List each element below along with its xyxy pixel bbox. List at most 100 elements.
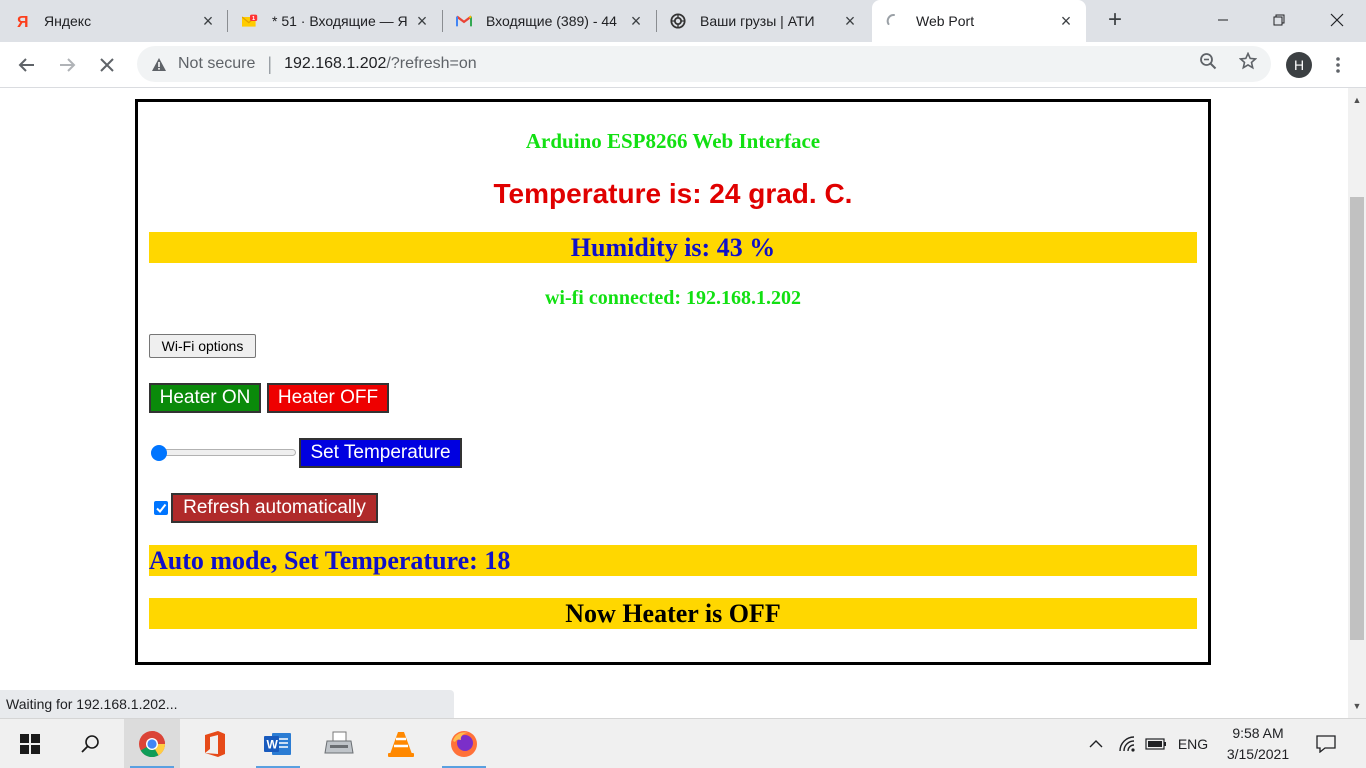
tab-separator	[227, 10, 228, 32]
warning-triangle-icon[interactable]	[150, 55, 168, 73]
search-icon	[81, 735, 99, 753]
yandex-mail-icon: 1	[242, 13, 258, 29]
svg-text:W: W	[267, 738, 279, 752]
page-scrollbar[interactable]: ▲ ▼	[1348, 88, 1366, 718]
scrollbar-thumb[interactable]	[1350, 197, 1364, 640]
show-hidden-icons-button[interactable]	[1084, 719, 1108, 768]
close-tab-icon[interactable]: ×	[200, 12, 216, 30]
set-temperature-button[interactable]: Set Temperature	[299, 438, 462, 468]
tab-title: * 51 · Входящие — Я	[272, 13, 408, 29]
heater-off-button[interactable]: Heater OFF	[267, 383, 389, 413]
forward-button[interactable]	[52, 50, 82, 80]
minimize-icon	[1218, 19, 1228, 21]
new-tab-button[interactable]: +	[1102, 8, 1128, 33]
back-arrow-icon	[18, 58, 34, 72]
tab-gmail[interactable]: Входящие (389) - 44 ×	[456, 0, 656, 42]
url-host: 192.168.1.202	[284, 55, 387, 72]
page-viewport: Arduino ESP8266 Web Interface Temperatur…	[0, 88, 1348, 718]
heater-state-status: Now Heater is OFF	[149, 598, 1197, 629]
action-center-button[interactable]	[1308, 719, 1344, 768]
network-button[interactable]	[1114, 719, 1140, 768]
gmail-icon	[456, 13, 472, 29]
forward-arrow-icon	[60, 58, 76, 72]
address-bar[interactable]: Not secure | 192.168.1.202/?refresh=on	[137, 46, 1271, 82]
yandex-icon: Я	[14, 13, 30, 29]
tab-ati[interactable]: Ваши грузы | АТИ ×	[670, 0, 870, 42]
profile-avatar[interactable]: H	[1286, 52, 1312, 78]
tab-web-port[interactable]: Web Port ×	[872, 0, 1086, 42]
close-tab-icon[interactable]: ×	[1058, 12, 1074, 30]
wifi-status: wi-fi connected: 192.168.1.202	[544, 287, 802, 309]
slider-track	[151, 449, 296, 456]
tab-title: Ваши грузы | АТИ	[700, 13, 815, 29]
security-label[interactable]: Not secure	[178, 55, 255, 73]
scroll-down-arrow-icon[interactable]: ▼	[1348, 698, 1366, 714]
ati-icon	[670, 13, 686, 29]
close-tab-icon[interactable]: ×	[842, 12, 858, 30]
taskbar-chrome[interactable]	[124, 719, 180, 768]
taskbar-vlc[interactable]	[373, 719, 429, 768]
notification-icon	[1316, 735, 1336, 753]
clock-date: 3/15/2021	[1226, 746, 1290, 762]
kebab-menu-icon	[1336, 57, 1340, 73]
slider-thumb[interactable]	[151, 445, 167, 461]
tab-yandex[interactable]: Я Яндекс ×	[14, 0, 228, 42]
office-icon	[205, 731, 225, 757]
chevron-up-icon	[1089, 740, 1103, 748]
minimize-button[interactable]	[1200, 0, 1246, 40]
system-clock[interactable]: 9:58 AM 3/15/2021	[1216, 723, 1300, 765]
windows-logo-icon	[20, 734, 40, 754]
wifi-options-button[interactable]: Wi-Fi options	[149, 334, 256, 358]
refresh-automatically-button[interactable]: Refresh automatically	[171, 493, 378, 523]
close-icon	[1330, 13, 1344, 27]
star-icon	[1239, 52, 1257, 70]
browser-tab-strip: Я Яндекс × 1 * 51 · Входящие — Я × Входя…	[0, 0, 1366, 42]
stop-loading-button[interactable]	[92, 50, 122, 80]
start-button[interactable]	[2, 719, 58, 768]
restore-icon	[1273, 14, 1285, 26]
taskbar-word[interactable]: W	[250, 719, 306, 768]
taskbar-fax-scan[interactable]	[311, 719, 367, 768]
refresh-checkbox[interactable]	[154, 501, 168, 515]
clock-time: 9:58 AM	[1232, 725, 1284, 741]
bookmark-button[interactable]	[1238, 51, 1258, 71]
close-window-button[interactable]	[1314, 0, 1360, 40]
close-tab-icon[interactable]: ×	[414, 12, 430, 30]
firefox-icon	[451, 731, 477, 757]
web-interface-panel: Arduino ESP8266 Web Interface Temperatur…	[135, 99, 1211, 665]
tab-separator	[442, 10, 443, 32]
svg-text:Я: Я	[17, 14, 29, 29]
taskbar-office[interactable]	[187, 719, 243, 768]
temperature-slider[interactable]	[151, 445, 296, 461]
tab-yandex-mail[interactable]: 1 * 51 · Входящие — Я ×	[242, 0, 442, 42]
loading-status-bubble: Waiting for 192.168.1.202...	[0, 690, 454, 718]
heater-on-button[interactable]: Heater ON	[149, 383, 261, 413]
battery-button[interactable]	[1142, 719, 1170, 768]
tab-separator	[656, 10, 657, 32]
search-button[interactable]	[62, 719, 118, 768]
tab-title: Входящие (389) - 44	[486, 13, 617, 29]
browser-toolbar: Not secure | 192.168.1.202/?refresh=on H	[0, 42, 1366, 88]
restore-button[interactable]	[1256, 0, 1302, 40]
stop-x-icon	[100, 58, 114, 72]
word-icon: W	[264, 733, 291, 755]
taskbar-firefox[interactable]	[436, 719, 492, 768]
url-path: /?refresh=on	[386, 55, 477, 72]
close-tab-icon[interactable]: ×	[628, 12, 644, 30]
loading-spinner-icon	[886, 13, 902, 29]
scroll-up-arrow-icon[interactable]: ▲	[1348, 92, 1366, 108]
battery-icon	[1145, 738, 1166, 750]
zoom-button[interactable]	[1198, 51, 1218, 71]
windows-taskbar: W ENG 9:58 AM 3/15/2021	[0, 718, 1366, 768]
wifi-icon	[1119, 736, 1135, 752]
input-language[interactable]: ENG	[1172, 719, 1214, 768]
page-heading: Arduino ESP8266 Web Interface	[525, 129, 821, 153]
svg-text:1: 1	[252, 16, 255, 22]
chrome-icon	[139, 731, 166, 758]
vlc-cone-icon	[388, 732, 414, 757]
omnibox-divider: |	[267, 53, 273, 74]
checkmark-icon	[156, 503, 167, 514]
browser-menu-button[interactable]	[1328, 52, 1348, 78]
back-button[interactable]	[12, 50, 42, 80]
fax-scan-icon	[324, 731, 354, 754]
